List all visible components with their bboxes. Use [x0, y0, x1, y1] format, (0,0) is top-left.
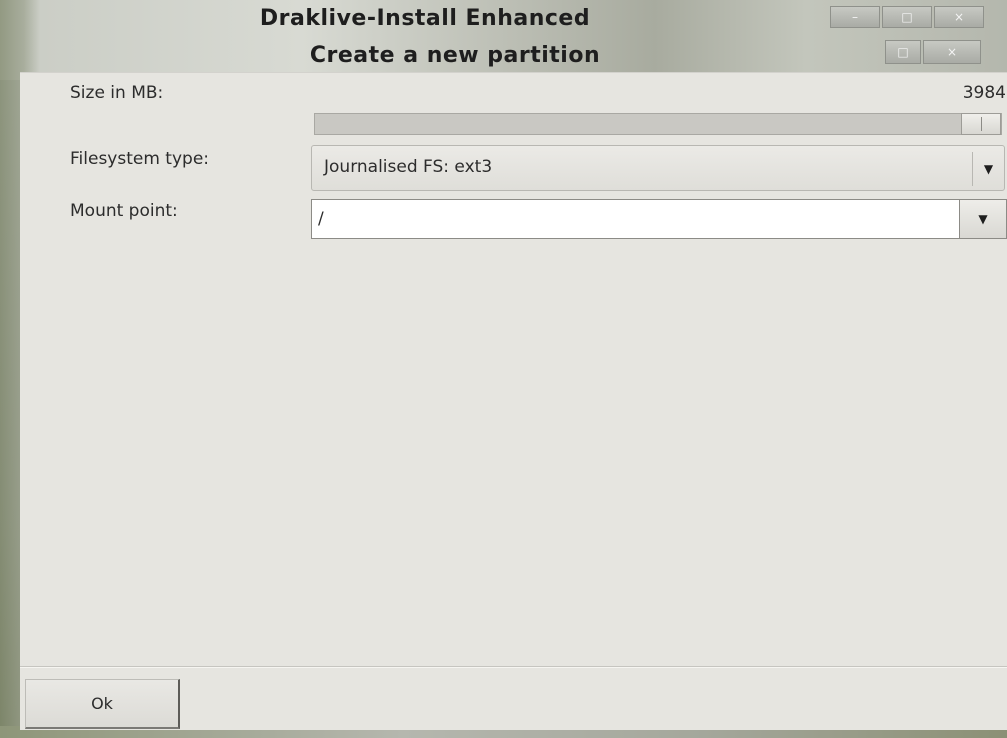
minimize-icon[interactable]: – [830, 6, 880, 28]
dialog-title: Create a new partition [309, 43, 601, 68]
maximize-icon[interactable]: □ [882, 6, 932, 28]
filesystem-type-label: Filesystem type: [70, 149, 210, 169]
maximize-icon[interactable]: □ [885, 40, 921, 64]
size-label: Size in MB: [70, 83, 164, 103]
mount-point-label: Mount point: [70, 201, 178, 221]
app-title: Draklive-Install Enhanced [259, 6, 591, 31]
ok-button[interactable]: Ok [25, 679, 180, 729]
chevron-down-icon[interactable]: ▼ [959, 199, 1007, 239]
size-slider[interactable] [314, 113, 1002, 135]
filesystem-type-value: Journalised FS: ext3 [324, 157, 493, 177]
close-icon[interactable]: × [934, 6, 984, 28]
filesystem-type-select[interactable]: Journalised FS: ext3 ▼ [311, 145, 1005, 191]
mount-point-input[interactable] [311, 199, 961, 239]
partition-dialog: Size in MB: 3984 Filesystem type: Journa… [20, 72, 1007, 730]
size-slider-handle[interactable] [961, 113, 1001, 135]
size-slider-fill [315, 114, 1001, 134]
close-icon[interactable]: × [923, 40, 981, 64]
mount-point-combo: ▼ [311, 199, 1007, 239]
size-value: 3984 [962, 83, 1006, 103]
dialog-window-controls: □ × [885, 40, 981, 64]
app-window-controls: – □ × [830, 6, 984, 28]
button-bar-separator [20, 666, 1007, 668]
chevron-down-icon[interactable]: ▼ [972, 152, 1004, 186]
